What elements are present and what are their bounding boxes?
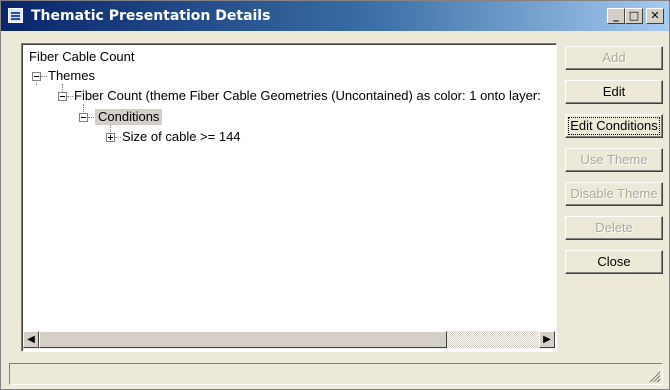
window-title: Thematic Presentation Details [31, 8, 271, 24]
scroll-thumb[interactable] [39, 331, 447, 348]
collapse-box-icon[interactable] [79, 113, 88, 122]
tree-connector [115, 137, 121, 139]
tree-connector [88, 117, 94, 119]
disable-theme-button[interactable]: Disable Theme [565, 182, 663, 206]
status-bar [9, 363, 663, 385]
maximize-button[interactable]: □ [625, 8, 643, 24]
collapse-box-icon[interactable] [32, 72, 41, 81]
title-bar[interactable]: Thematic Presentation Details _ □ ✕ [1, 1, 669, 31]
tree-item-conditions[interactable]: Conditions [95, 109, 163, 125]
close-button[interactable]: Close [565, 250, 663, 274]
list-window-icon [8, 8, 23, 23]
horizontal-scrollbar[interactable]: ◀ ▶ [23, 331, 555, 349]
minimize-button[interactable]: _ [607, 8, 625, 24]
scroll-right-icon[interactable]: ▶ [539, 331, 555, 348]
use-theme-button[interactable]: Use Theme [565, 148, 663, 172]
tree-item-themes[interactable]: Themes [48, 68, 95, 84]
tree-connector [67, 96, 73, 98]
theme-tree-view[interactable]: Fiber Cable Count Themes Fiber Count (th… [21, 43, 557, 352]
title-close-button[interactable]: ✕ [646, 8, 664, 24]
delete-button[interactable]: Delete [565, 216, 663, 240]
tree-item-condition[interactable]: Size of cable >= 144 [122, 129, 241, 145]
scroll-left-icon[interactable]: ◀ [23, 331, 39, 348]
edit-button[interactable]: Edit [565, 80, 663, 104]
edit-conditions-button[interactable]: Edit Conditions [565, 114, 663, 138]
expand-box-icon[interactable] [106, 133, 115, 142]
tree-root-label[interactable]: Fiber Cable Count [29, 49, 135, 65]
collapse-box-icon[interactable] [58, 92, 67, 101]
add-button[interactable]: Add [565, 46, 663, 70]
dialog-window: Thematic Presentation Details _ □ ✕ Fibe… [0, 0, 670, 390]
tree-connector [41, 76, 47, 78]
tree-item-theme[interactable]: Fiber Count (theme Fiber Cable Geometrie… [74, 88, 541, 104]
resize-grip-icon[interactable] [648, 370, 660, 382]
